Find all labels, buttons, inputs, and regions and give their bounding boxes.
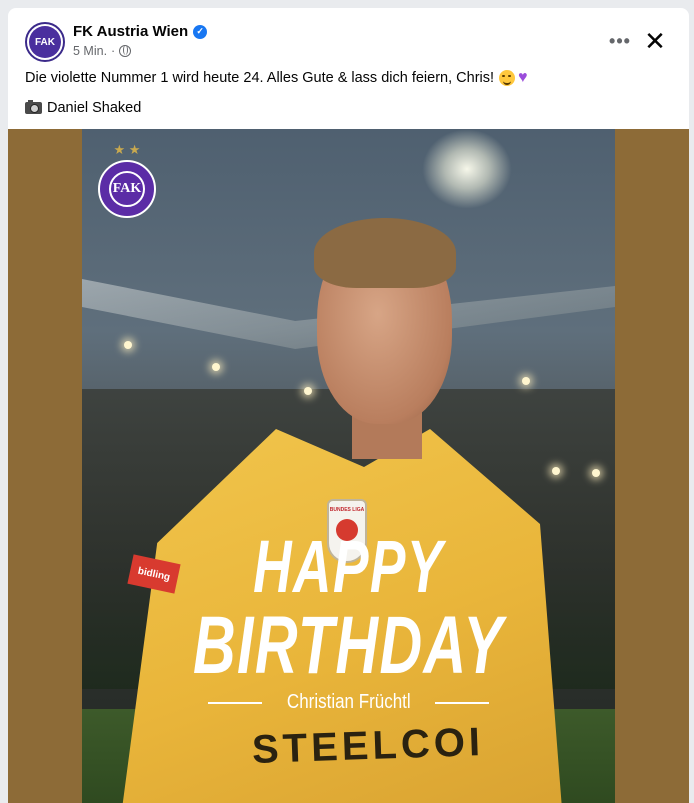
player-name-row: Christian Früchtl [82, 691, 615, 714]
floodlight [422, 129, 512, 209]
headline-happy: HAPPY [253, 525, 444, 608]
birthday-graphic[interactable]: bidling BUNDES LIGA ★ ★ FAK HAPPY BIRTHD… [82, 129, 615, 803]
player-hair [314, 218, 456, 288]
page-avatar[interactable]: FAK [25, 22, 65, 62]
post-card: FAK FK Austria Wien ✓ 5 Min. · ••• ✕ Die… [8, 8, 689, 803]
close-button[interactable]: ✕ [639, 25, 671, 57]
page-name-link[interactable]: FK Austria Wien ✓ [73, 23, 208, 40]
club-crest: ★ ★ FAK [98, 143, 156, 219]
bundesliga-badge-text: BUNDES LIGA [329, 507, 365, 513]
photo-credit-name: Daniel Shaked [47, 100, 142, 116]
stadium-lamp [592, 469, 600, 477]
post-text: Die violette Nummer 1 wird heute 24. All… [25, 70, 528, 86]
meta-separator: · [111, 44, 116, 58]
post-header: FAK FK Austria Wien ✓ 5 Min. · ••• ✕ [8, 8, 689, 64]
purple-heart-emoji-icon: ♥ [518, 69, 528, 86]
post-message: Die violette Nummer 1 wird heute 24. All… [25, 70, 495, 86]
camera-icon [25, 100, 42, 114]
page-name[interactable]: FK Austria Wien [73, 23, 188, 40]
crest-letters: FAK [109, 171, 145, 207]
shirt-sponsor: STEELCOI [251, 719, 485, 773]
photo-credit: Daniel Shaked [25, 100, 141, 116]
post-time[interactable]: 5 Min. [73, 44, 107, 58]
club-crest-icon: FAK [98, 160, 156, 218]
divider [435, 701, 490, 704]
club-logo-icon: FAK [29, 26, 61, 58]
globe-icon[interactable] [119, 45, 132, 57]
player-figure: bidling BUNDES LIGA [102, 218, 562, 803]
player-name: Christian Früchtl [286, 691, 411, 713]
more-options-button[interactable]: ••• [605, 26, 635, 56]
divider [207, 701, 262, 704]
partying-face-emoji-icon [499, 70, 516, 86]
headline-birthday: BIRTHDAY [192, 600, 505, 691]
post-image[interactable]: bidling BUNDES LIGA ★ ★ FAK HAPPY BIRTHD… [8, 129, 689, 803]
post-meta: 5 Min. · [73, 44, 132, 58]
crest-stars-icon: ★ ★ [113, 142, 141, 157]
verified-badge-icon: ✓ [193, 24, 208, 39]
